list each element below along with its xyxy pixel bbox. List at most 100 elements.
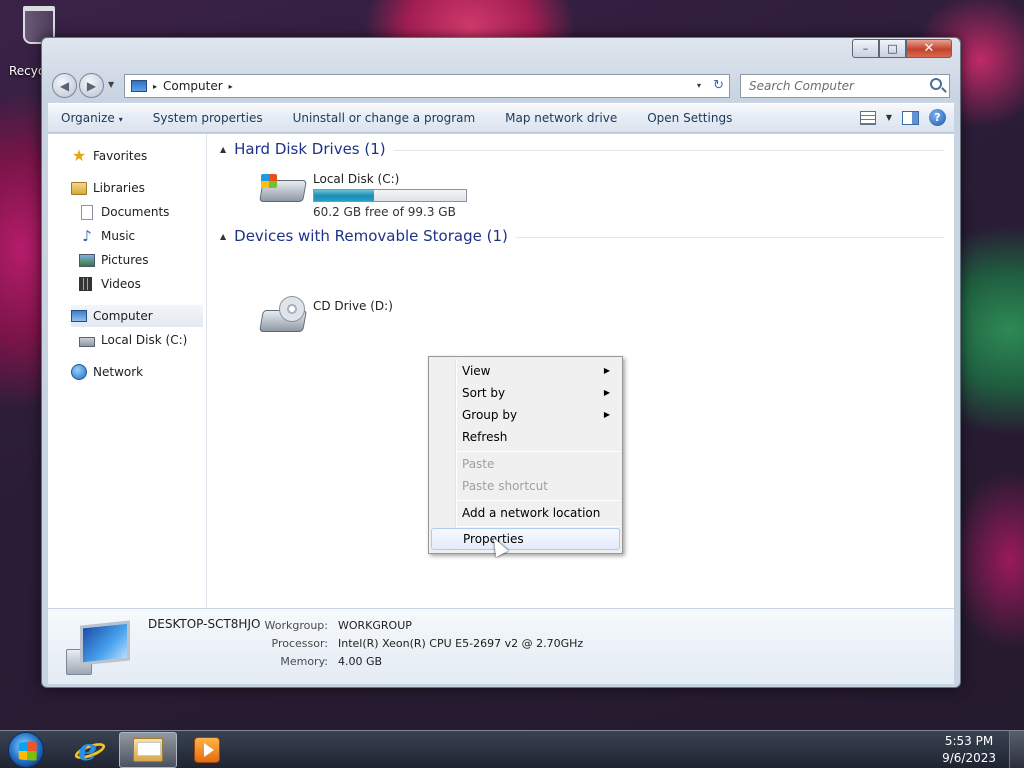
submenu-arrow-icon: ▶ [603,410,610,419]
nav-item-videos[interactable]: Videos [79,273,141,295]
start-button[interactable] [8,732,44,768]
detail-processor: Processor: Intel(R) Xeon(R) CPU E5-2697 v… [248,637,584,650]
maximize-button[interactable]: □ [879,39,906,58]
close-button[interactable]: ✕ [906,39,952,58]
group-header-hard-disk[interactable]: ▲ Hard Disk Drives (1) [220,140,944,158]
cd-drive-icon [259,296,307,336]
recent-pages-dropdown[interactable]: ▼ [108,80,114,89]
detail-value: 4.00 GB [338,655,383,668]
network-globe-icon [71,364,87,380]
film-strip-icon [79,277,92,291]
detail-label: Memory: [280,655,328,668]
uninstall-program-button[interactable]: Uninstall or change a program [278,111,491,125]
breadcrumb-arrow[interactable]: ▸ [229,82,233,91]
menu-item-sort-by[interactable]: Sort by ▶ [431,382,620,404]
drive-item-d[interactable]: CD Drive (D:) [259,296,393,336]
detail-label: Workgroup: [264,619,328,632]
navigation-pane: ★ Favorites Libraries Documents ♪ Music … [48,134,207,608]
details-pane: DESKTOP-SCT8HJO Workgroup: WORKGROUP Proc… [48,608,954,684]
preview-pane-icon[interactable] [902,110,919,125]
nav-item-local-disk[interactable]: Local Disk (C:) [79,329,187,351]
breadcrumb-computer[interactable]: Computer [163,79,223,93]
nav-item-network[interactable]: Network [71,361,143,383]
menu-label: Sort by [462,386,506,400]
menu-separator [457,500,620,501]
computer-name: DESKTOP-SCT8HJO [148,617,261,631]
help-icon[interactable]: ? [929,109,946,126]
nav-label: Libraries [93,181,145,195]
arrow-left-icon: ◀ [59,78,70,93]
change-view-icon[interactable] [859,110,876,125]
taskbar-media-player[interactable] [178,732,236,768]
drive-item-c[interactable]: Local Disk (C:) 60.2 GB free of 99.3 GB [259,172,467,219]
map-network-drive-button[interactable]: Map network drive [490,111,632,125]
refresh-icon[interactable]: ↻ [713,78,724,93]
windows-hard-drive-icon [259,172,307,206]
hard-drive-icon [79,337,95,347]
back-button[interactable]: ◀ [52,73,77,98]
menu-item-add-network-location[interactable]: Add a network location [431,502,620,524]
pictures-icon [79,253,95,267]
menu-item-paste-shortcut: Paste shortcut [462,479,548,493]
group-title: Hard Disk Drives (1) [234,140,386,158]
libraries-icon [71,181,87,195]
nav-item-libraries[interactable]: Libraries [71,177,145,199]
nav-label: Music [101,229,136,243]
nav-label: Network [93,365,144,379]
menu-item-refresh[interactable]: Refresh [431,426,620,448]
menu-item-paste: Paste [462,457,495,471]
nav-item-documents[interactable]: Documents [79,201,169,223]
nav-label: Computer [93,309,153,323]
drive-usage-bar [313,189,467,202]
search-input[interactable]: Search Computer [740,74,950,98]
collapse-triangle-icon[interactable]: ▲ [220,232,226,241]
music-note-icon: ♪ [82,227,92,245]
menu-item-view[interactable]: View ▶ [431,360,620,382]
windows-logo-icon [18,741,37,761]
drive-name: CD Drive (D:) [313,299,393,313]
organize-button[interactable]: Organize ▾ [48,111,138,125]
view-options-chevron-icon[interactable]: ▼ [886,113,892,122]
forward-button[interactable]: ▶ [79,73,104,98]
submenu-arrow-icon: ▶ [603,388,610,397]
show-desktop-button[interactable] [1009,731,1024,768]
address-dropdown-icon[interactable]: ▾ [697,81,701,90]
toolbar-right: ▼ ? [859,109,946,126]
computer-icon [131,80,147,92]
menu-separator [457,526,620,527]
document-icon [81,204,93,220]
taskbar-internet-explorer[interactable]: e [60,732,118,768]
nav-item-computer[interactable]: Computer [71,305,203,327]
nav-label: Videos [101,277,141,291]
taskbar: e 5:53 PM 9/6/2023 [0,730,1024,768]
menu-item-group-by[interactable]: Group by ▶ [431,404,620,426]
group-divider [393,149,944,151]
clock-time: 5:53 PM [944,734,994,748]
system-clock[interactable]: 5:53 PM 9/6/2023 [942,733,996,767]
star-icon: ★ [71,146,87,165]
nav-label: Documents [101,205,170,219]
organize-label: Organize [61,111,115,125]
detail-value: Intel(R) Xeon(R) CPU E5-2697 v2 @ 2.70GH… [338,637,584,650]
folder-icon [133,738,163,762]
taskbar-file-explorer[interactable] [119,732,177,768]
nav-label: Favorites [93,149,148,163]
arrow-right-icon: ▶ [86,78,97,93]
nav-item-favorites[interactable]: ★ Favorites [71,145,147,167]
nav-item-pictures[interactable]: Pictures [79,249,149,271]
nav-label: Pictures [101,253,149,267]
collapse-triangle-icon[interactable]: ▲ [220,145,226,154]
system-properties-button[interactable]: System properties [138,111,278,125]
group-header-removable[interactable]: ▲ Devices with Removable Storage (1) [220,227,944,245]
menu-item-properties[interactable]: Properties [431,528,620,550]
search-icon[interactable] [930,78,942,90]
menu-label: View [462,364,491,378]
search-placeholder: Search Computer [749,79,854,93]
caption-buttons: – □ ✕ [852,39,952,58]
open-settings-button[interactable]: Open Settings [632,111,747,125]
address-bar[interactable]: ▸ Computer ▸ ▾ ↻ [124,74,730,98]
breadcrumb-arrow[interactable]: ▸ [153,82,157,91]
minimize-button[interactable]: – [852,39,879,58]
nav-item-music[interactable]: ♪ Music [79,225,135,247]
chevron-down-icon: ▾ [118,115,123,124]
